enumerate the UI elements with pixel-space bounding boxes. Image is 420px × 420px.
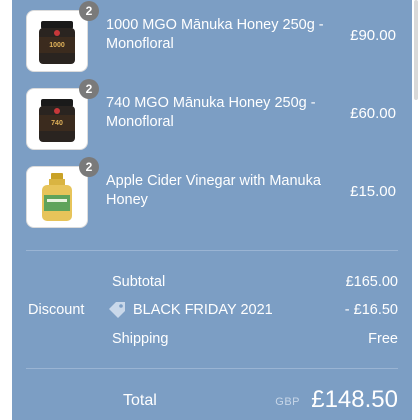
subtotal-label: Subtotal [112, 274, 166, 290]
total-label: Total [123, 392, 157, 409]
item-price: £15.00 [350, 183, 396, 200]
line-item: 2 Apple Cider Vinegar with Manuka Honey … [26, 157, 398, 230]
line-item: 1000 2 1000 MGO Mānuka Honey 250g - Mono… [26, 1, 398, 74]
honey-jar-image: 740 [39, 99, 75, 142]
discount-label: Discount [28, 302, 85, 318]
item-price: £60.00 [350, 105, 396, 122]
item-name: 740 MGO Mānuka Honey 250g - Monofloral [106, 95, 316, 130]
svg-text:740: 740 [51, 120, 63, 127]
svg-text:1000: 1000 [49, 42, 65, 49]
order-summary-panel: 1000 2 1000 MGO Mānuka Honey 250g - Mono… [12, 0, 412, 420]
item-name: 1000 MGO Mānuka Honey 250g - Monofloral [106, 17, 324, 52]
scrollbar[interactable] [414, 0, 418, 100]
discount-value: - £16.50 [344, 302, 398, 318]
shipping-value: Free [368, 331, 398, 347]
product-thumbnail: 1000 [26, 10, 88, 72]
line-item: 740 2 740 MGO Mānuka Honey 250g - Monofl… [26, 79, 398, 152]
currency-code: GBP [275, 396, 300, 408]
divider [26, 368, 398, 369]
subtotal-value: £165.00 [345, 274, 398, 290]
item-price: £90.00 [350, 27, 396, 44]
honey-jar-image: 1000 [39, 21, 75, 64]
total-value: £148.50 [311, 386, 398, 413]
product-thumbnail [26, 166, 88, 228]
discount-code: BLACK FRIDAY 2021 [133, 302, 273, 318]
tag-icon [109, 302, 125, 318]
item-name: Apple Cider Vinegar with Manuka Honey [106, 173, 321, 208]
product-thumbnail: 740 [26, 88, 88, 150]
divider [26, 250, 398, 251]
vinegar-bottle-image [42, 173, 72, 221]
shipping-label: Shipping [112, 331, 169, 347]
quantity-badge: 2 [79, 79, 99, 99]
quantity-badge: 2 [79, 157, 99, 177]
quantity-badge: 2 [79, 1, 99, 21]
